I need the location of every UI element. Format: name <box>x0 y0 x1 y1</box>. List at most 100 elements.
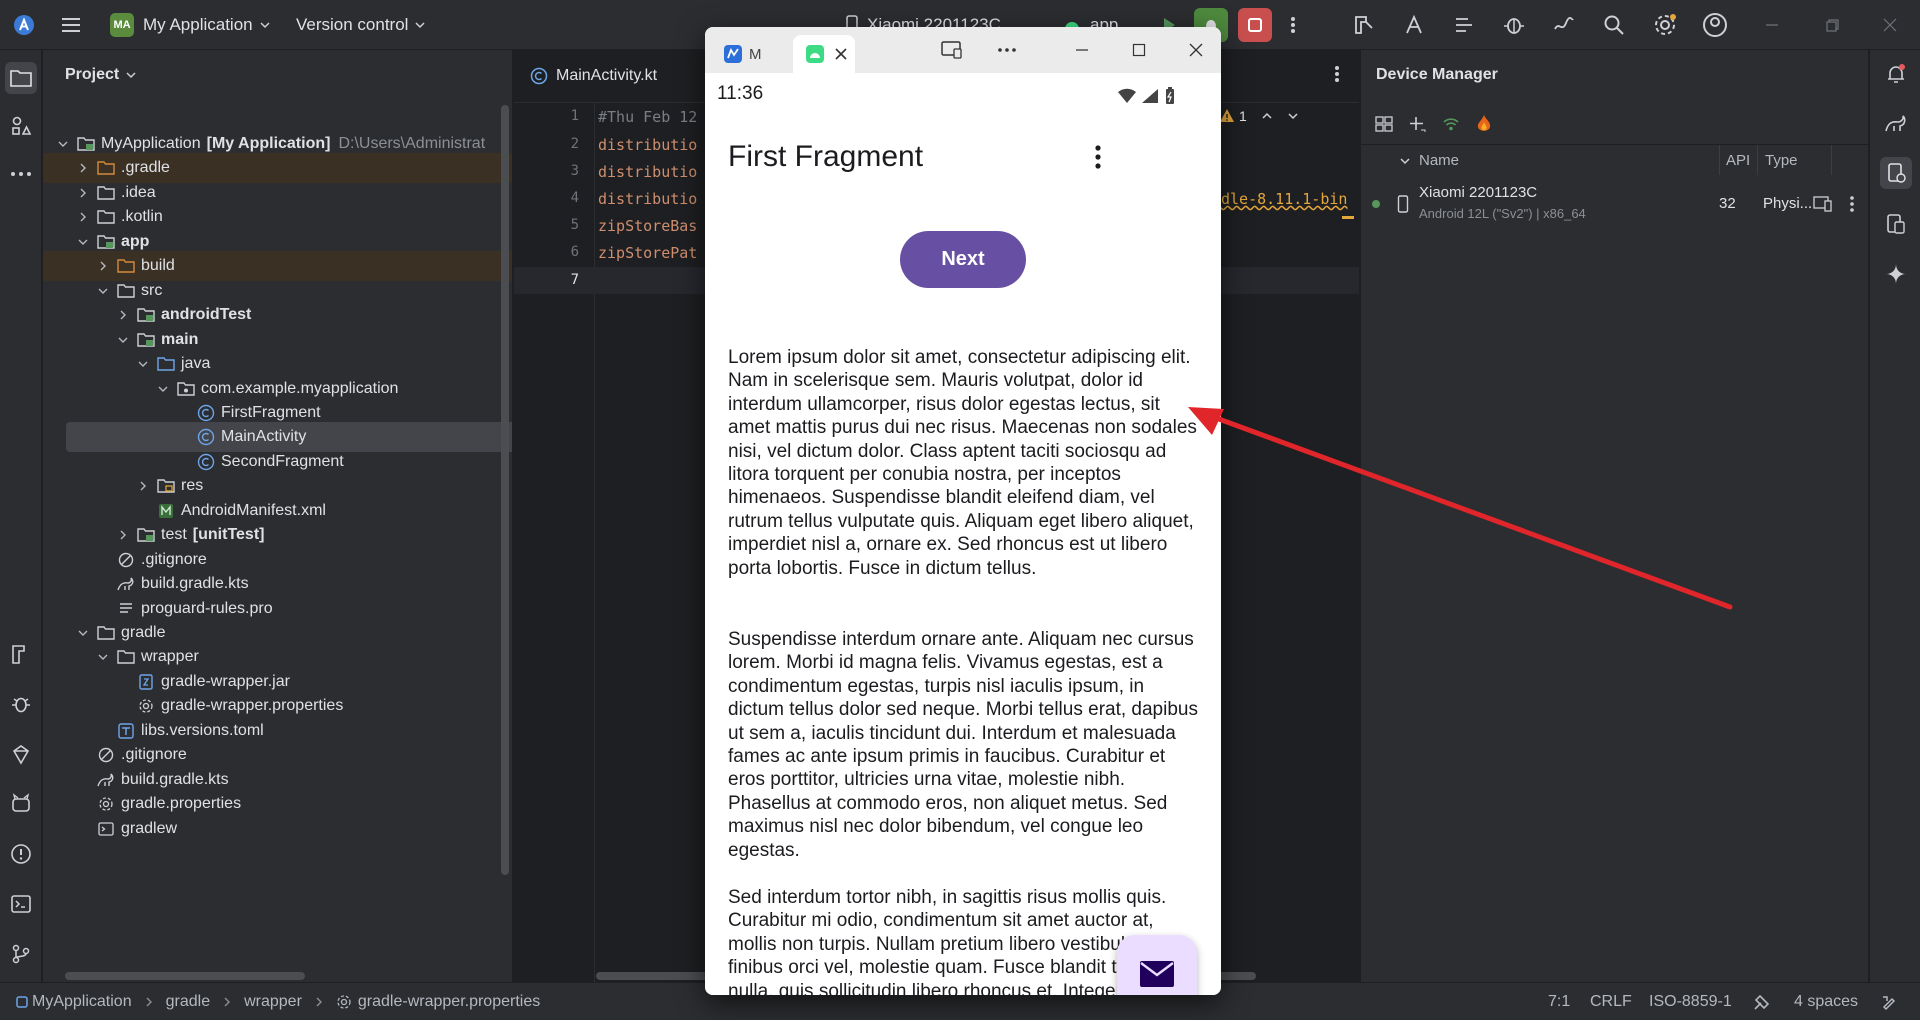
chevron-down-icon[interactable] <box>75 625 91 641</box>
caret-position[interactable]: 7:1 <box>1548 983 1570 1020</box>
code-line[interactable]: zipStorePat <box>598 244 697 262</box>
add-device-icon[interactable] <box>1407 114 1427 134</box>
vertical-scrollbar[interactable] <box>501 105 509 875</box>
mirror-device-icon[interactable] <box>1813 195 1833 213</box>
apply-changes-icon[interactable] <box>1402 0 1426 50</box>
chevron-right-icon[interactable] <box>135 478 151 494</box>
next-button[interactable]: Next <box>900 231 1026 288</box>
chevron-up-icon[interactable] <box>1261 110 1273 122</box>
chevron-right-icon[interactable] <box>75 209 91 225</box>
debug-tool-icon[interactable] <box>9 692 33 716</box>
chevron-down-icon[interactable] <box>95 283 111 299</box>
more-actions-icon[interactable] <box>1290 0 1296 50</box>
breadcrumb-item[interactable]: wrapper <box>244 993 302 1011</box>
chevron-down-icon[interactable] <box>135 356 151 372</box>
chevron-down-icon[interactable] <box>115 332 131 348</box>
build-icon[interactable] <box>1352 0 1376 50</box>
device-grid-icon[interactable] <box>1375 115 1393 133</box>
chevron-down-icon[interactable] <box>55 136 71 152</box>
more-tools-icon[interactable] <box>9 162 33 186</box>
chevron-down-icon[interactable] <box>75 234 91 250</box>
project-name: My Application <box>143 15 253 34</box>
emulator-window: M 11:36 First Fragment Next Lorem ipsum … <box>705 27 1221 995</box>
wifi-pairing-icon[interactable] <box>1441 114 1461 134</box>
device-more-icon[interactable] <box>1849 194 1855 214</box>
inspection-widget[interactable]: 1 <box>1219 108 1299 124</box>
search-icon[interactable] <box>1602 0 1626 50</box>
close-tab-icon[interactable] <box>835 48 847 60</box>
minimize-window-icon[interactable] <box>1764 0 1780 50</box>
gradle-icon[interactable] <box>1884 112 1908 136</box>
settings-icon[interactable] <box>1652 0 1678 50</box>
emulator-minimize-icon[interactable] <box>1067 35 1097 65</box>
chevron-down-icon[interactable] <box>95 649 111 665</box>
emulator-close-icon[interactable] <box>1181 35 1211 65</box>
emulator-maximize-icon[interactable] <box>1124 35 1154 65</box>
column-header-type[interactable]: Type <box>1765 152 1798 169</box>
attach-debugger-icon[interactable] <box>1502 0 1526 50</box>
overflow-menu-icon[interactable] <box>1094 144 1102 170</box>
chevron-right-icon[interactable] <box>115 307 131 323</box>
horizontal-scrollbar[interactable] <box>65 972 305 980</box>
logcat-icon[interactable] <box>9 792 33 816</box>
android-studio-logo-icon[interactable] <box>12 0 36 50</box>
screen-mirror-icon[interactable] <box>937 35 967 65</box>
terminal-icon[interactable] <box>9 892 33 916</box>
emulator-tab-inactive[interactable]: M <box>715 35 775 73</box>
project-view-selector[interactable]: Project <box>65 66 137 84</box>
editor-more-icon[interactable] <box>1334 64 1340 84</box>
sort-chevron-down-icon[interactable] <box>1399 155 1411 167</box>
resource-manager-icon[interactable] <box>9 114 33 138</box>
notifications-icon[interactable] <box>1884 62 1908 86</box>
device-detail: Android 12L ("Sv2") | x86_64 <box>1419 206 1586 221</box>
problems-icon[interactable] <box>9 842 33 866</box>
firebase-icon[interactable] <box>1475 114 1493 134</box>
editor-tab-mainactivity[interactable]: MainActivity.kt <box>514 50 657 102</box>
device-row[interactable]: Xiaomi 2201123C Android 12L ("Sv2") | x8… <box>1361 178 1869 228</box>
code-line[interactable]: distributio <box>598 136 697 154</box>
email-fab-button[interactable] <box>1117 935 1197 995</box>
sync-gradle-icon[interactable] <box>1452 0 1476 50</box>
tree-item[interactable]: gradlew <box>43 814 512 844</box>
gemini-sparkle-icon[interactable] <box>1884 262 1908 286</box>
device-manager-tool-icon[interactable] <box>1880 157 1912 189</box>
restore-window-icon[interactable] <box>1824 0 1840 50</box>
stop-button[interactable] <box>1238 0 1272 50</box>
chevron-down-icon[interactable] <box>155 381 171 397</box>
close-window-icon[interactable] <box>1882 0 1898 50</box>
breadcrumb-item[interactable]: gradle <box>166 993 210 1011</box>
code-line[interactable]: zipStoreBas <box>598 217 697 235</box>
column-header-name[interactable]: Name <box>1419 152 1459 169</box>
project-switcher[interactable]: MA My Application <box>110 0 271 50</box>
breadcrumb-item[interactable]: MyApplication <box>32 993 132 1011</box>
kotlin-class-icon <box>530 67 548 85</box>
lock-icon[interactable] <box>1880 983 1898 1020</box>
running-devices-icon[interactable] <box>1884 212 1908 236</box>
line-separator[interactable]: CRLF <box>1590 983 1632 1020</box>
chevron-right-icon[interactable] <box>75 185 91 201</box>
main-menu-icon[interactable] <box>60 0 82 50</box>
chevron-right-icon[interactable] <box>75 160 91 176</box>
code-line[interactable]: #Thu Feb 12 <box>598 108 697 126</box>
chevron-right-icon[interactable] <box>115 527 131 543</box>
indent-setting[interactable]: 4 spaces <box>1794 983 1858 1020</box>
git-icon[interactable] <box>9 942 33 966</box>
account-icon[interactable] <box>1702 0 1728 50</box>
emulator-tab-active[interactable] <box>793 35 855 73</box>
chevron-right-icon[interactable] <box>95 258 111 274</box>
column-header-api[interactable]: API <box>1726 152 1750 169</box>
build-tool-icon[interactable] <box>9 642 33 666</box>
file-encoding[interactable]: ISO-8859-1 <box>1649 983 1732 1020</box>
version-control-menu[interactable]: Version control <box>296 0 426 50</box>
code-style-icon[interactable] <box>1752 983 1772 1020</box>
breadcrumb-item[interactable]: gradle-wrapper.properties <box>358 993 540 1011</box>
profiler-icon[interactable] <box>1552 0 1576 50</box>
chevron-down-icon[interactable] <box>1287 110 1299 122</box>
code-line[interactable]: distributio <box>598 163 697 181</box>
gemini-icon[interactable] <box>9 742 33 766</box>
warning-stripe-marker[interactable] <box>1342 216 1354 219</box>
emulator-more-icon[interactable] <box>992 35 1022 65</box>
project-tool-icon[interactable] <box>5 62 37 94</box>
code-line[interactable]: distributio <box>598 190 697 208</box>
